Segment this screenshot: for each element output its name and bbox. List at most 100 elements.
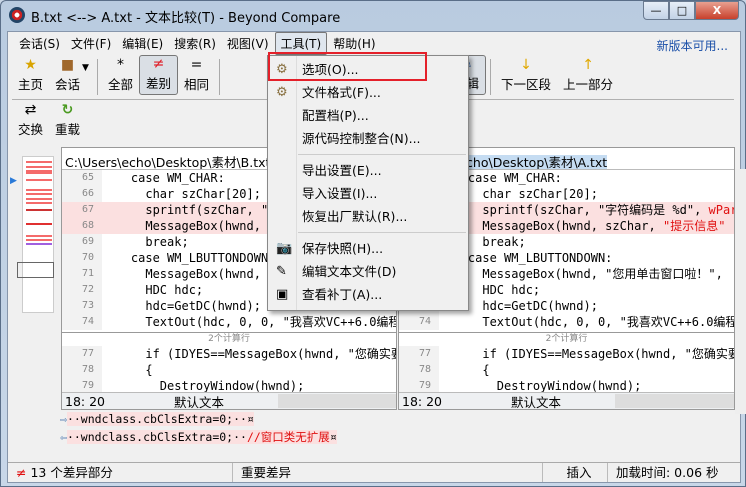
menu-view[interactable]: 视图(V)	[222, 33, 274, 54]
line-number: 77	[399, 346, 439, 362]
left-format: 默认文本	[174, 394, 225, 410]
code-line[interactable]: 74 TextOut(hdc, 0, 0, "我喜欢VC++6.0编程	[62, 314, 396, 330]
arrow-down-icon: ↓	[520, 57, 532, 73]
menu-item-profiles[interactable]: 配置档(P)...	[268, 104, 468, 127]
diff-button[interactable]: ≠ 差别	[138, 55, 178, 95]
vertical-scrollbar[interactable]	[735, 169, 746, 414]
menu-item-save-snapshot[interactable]: 📷 保存快照(H)...	[268, 237, 468, 260]
menu-item-source-control[interactable]: 源代码控制整合(N)...	[268, 127, 468, 150]
prev-part-button[interactable]: ↑ 上一部分	[557, 55, 619, 95]
label: 恢复出厂默认(R)...	[302, 209, 408, 224]
label: 导入设置(I)...	[302, 186, 378, 201]
left-hscrollbar[interactable]	[278, 394, 396, 408]
new-version-link[interactable]: 新版本可用...	[657, 37, 728, 54]
reload-icon: ↻	[61, 102, 74, 118]
line-text: TextOut(hdc, 0, 0, "我喜欢VC++6.0编程	[439, 315, 735, 329]
right-format: 默认文本	[511, 394, 562, 410]
compare-comment: //窗口类无扩展	[246, 430, 330, 444]
line-text: HDC hdc;	[102, 283, 204, 297]
line-text-part: sprintf(szChar, "字符编码是 %d",	[439, 203, 709, 217]
menu-item-edit-text-file[interactable]: ✎ 编辑文本文件(D)	[268, 260, 468, 283]
session-label: 会话	[55, 77, 81, 92]
menu-edit[interactable]: 编辑(E)	[117, 33, 168, 54]
asterisk-icon: *	[116, 57, 124, 73]
next-section-button[interactable]: ↓ 下一区段	[495, 55, 557, 95]
diff-count: 13 个差异部分	[30, 465, 113, 480]
menu-help[interactable]: 帮助(H)	[328, 33, 380, 54]
line-number: 70	[62, 250, 102, 266]
edit-file-icon: ✎	[276, 264, 287, 279]
menu-item-file-formats[interactable]: ⚙ 文件格式(F)...	[268, 81, 468, 104]
compare-text-2: ··wndclass.cbClsExtra=0;··	[66, 430, 247, 444]
menu-item-view-patch[interactable]: ▣ 查看补丁(A)...	[268, 283, 468, 306]
line-number: 69	[62, 234, 102, 250]
diff-text: "提示信息"	[662, 219, 726, 233]
code-line[interactable]: 77 if (IDYES==MessageBox(hwnd, "您确实要	[62, 346, 396, 362]
line-text: if (IDYES==MessageBox(hwnd, "您确实要	[439, 347, 735, 361]
code-line[interactable]: 78 {	[62, 362, 396, 378]
line-number: 66	[62, 186, 102, 202]
line-number: 74	[399, 314, 439, 330]
overview-viewport[interactable]	[17, 262, 54, 278]
app-icon	[9, 7, 25, 23]
menu-item-export-settings[interactable]: 导出设置(E)...	[268, 159, 468, 182]
code-line[interactable]: 77 if (IDYES==MessageBox(hwnd, "您确实要	[399, 346, 734, 362]
reload-label: 重载	[55, 122, 81, 137]
divider	[298, 154, 466, 155]
line-text: sprintf(szChar, "字符编码是 %d", wParam	[439, 202, 734, 218]
diff-overview-map[interactable]	[22, 156, 54, 313]
code-line[interactable]: 74 TextOut(hdc, 0, 0, "我喜欢VC++6.0编程	[399, 314, 734, 330]
line-number: 78	[399, 362, 439, 378]
load-time: 加载时间: 0.06 秒	[616, 465, 719, 480]
label: 导出设置(E)...	[302, 163, 382, 178]
collapsed-lines[interactable]: 2个计算行	[62, 332, 396, 346]
tools-menu: ⚙ 选项(O)... ⚙ 文件格式(F)... 配置档(P)... 源代码控制整合(…	[267, 55, 469, 311]
line-number: 71	[62, 266, 102, 282]
home-button[interactable]: ★ 主页	[12, 55, 49, 95]
swap-button[interactable]: ⇄ 交换	[12, 100, 49, 140]
left-code-2[interactable]: 77 if (IDYES==MessageBox(hwnd, "您确实要 78 {…	[62, 346, 396, 394]
equal-icon: =	[190, 57, 203, 73]
line-text: MessageBox(hwnd, "您用单击窗口啦！",	[439, 267, 723, 281]
line-text: case WM_CHAR:	[102, 171, 225, 185]
line-text: TextOut(hdc, 0, 0, "我喜欢VC++6.0编程	[102, 315, 397, 329]
same-button[interactable]: = 相同	[178, 55, 215, 95]
compare-text-1: ··wndclass.cbClsExtra=0;··¤	[66, 412, 254, 426]
line-text: char szChar[20];	[102, 187, 261, 201]
line-number: 73	[62, 298, 102, 314]
patch-icon: ▣	[276, 287, 289, 302]
close-button[interactable]: X	[695, 1, 739, 20]
menu-bar: 会话(S) 文件(F) 编辑(E) 搜索(R) 视图(V) 工具(T) 帮助(H…	[8, 31, 740, 55]
importance: 重要差异	[233, 463, 543, 482]
line-number: 65	[62, 170, 102, 186]
label: 查看补丁(A)...	[302, 287, 383, 302]
right-pane-status: 18: 20 默认文本	[399, 392, 734, 409]
divider	[96, 59, 98, 95]
label: 源代码控制整合(N)...	[302, 131, 421, 146]
session-button[interactable]: ■ 会话	[49, 55, 86, 95]
all-button[interactable]: * 全部	[102, 55, 139, 95]
right-code-2[interactable]: 77 if (IDYES==MessageBox(hwnd, "您确实要 78 {…	[399, 346, 734, 394]
right-hscrollbar[interactable]	[615, 394, 734, 408]
menu-file[interactable]: 文件(F)	[66, 33, 116, 54]
compare-line-left: ⇨··wndclass.cbClsExtra=0;··¤	[60, 410, 740, 428]
menu-search[interactable]: 搜索(R)	[169, 33, 221, 54]
line-text: MessageBox(hwnd, szChar, "提示信息"	[439, 218, 725, 234]
menu-session[interactable]: 会话(S)	[14, 33, 65, 54]
chevron-down-icon[interactable]: ▼	[82, 63, 89, 73]
maximize-button[interactable]: □	[669, 1, 695, 20]
collapsed-lines[interactable]: 2个计算行	[399, 332, 734, 346]
window-title: B.txt <--> A.txt - 文本比较(T) - Beyond Comp…	[31, 11, 341, 26]
label: 文件格式(F)...	[302, 85, 381, 100]
diff-label: 差别	[145, 76, 171, 91]
swap-icon: ⇄	[24, 102, 37, 118]
camera-icon: 📷	[276, 241, 293, 256]
menu-item-import-settings[interactable]: 导入设置(I)...	[268, 182, 468, 205]
label: 编辑文本文件(D)	[302, 264, 397, 279]
code-line[interactable]: 78 {	[399, 362, 734, 378]
reload-button[interactable]: ↻ 重载	[49, 100, 86, 140]
minimize-button[interactable]: —	[643, 1, 669, 20]
divider	[490, 59, 492, 95]
next-section-label: 下一区段	[501, 77, 552, 92]
menu-item-restore-defaults[interactable]: 恢复出厂默认(R)...	[268, 205, 468, 228]
